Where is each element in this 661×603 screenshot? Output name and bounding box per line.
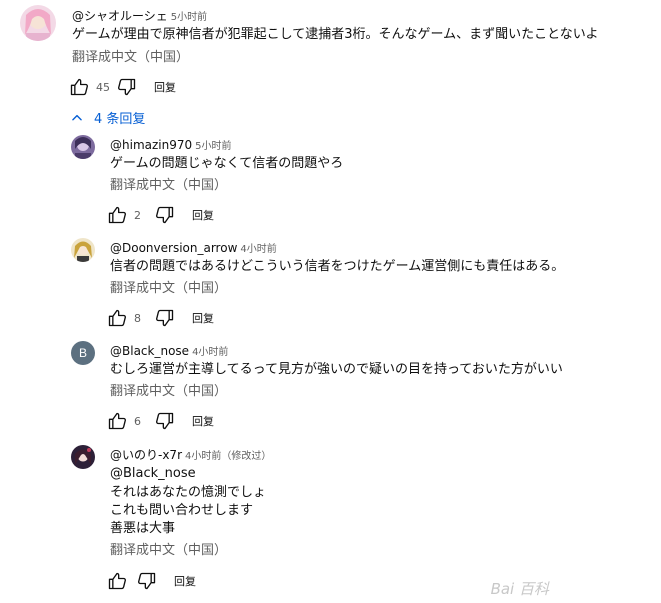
reply-comment: B @Black_nose 4小时前 むしろ運営が主導してるって見方が強いので疑い… — [0, 336, 661, 436]
dislike-button[interactable] — [154, 204, 176, 226]
avatar[interactable] — [71, 238, 95, 262]
thumb-up-icon — [108, 309, 127, 327]
comment-header: @himazin970 5小时前 — [110, 137, 232, 155]
like-button[interactable] — [68, 76, 90, 98]
dislike-button[interactable] — [116, 76, 138, 98]
thumb-up-icon — [108, 412, 127, 430]
avatar[interactable] — [20, 5, 56, 41]
comment-time[interactable]: 4小时前 — [192, 347, 228, 358]
user-avatar-icon — [71, 135, 95, 159]
like-button[interactable] — [106, 570, 128, 592]
like-count: 45 — [96, 80, 110, 94]
dislike-button[interactable] — [136, 570, 158, 592]
comment-text-line: これも問い合わせします — [110, 503, 254, 518]
reply-button[interactable]: 回复 — [154, 79, 176, 95]
comment-actions: 45 回复 — [68, 75, 176, 99]
avatar[interactable] — [71, 135, 95, 159]
reply-button[interactable]: 回复 — [192, 413, 214, 429]
like-count: 2 — [134, 208, 141, 222]
dislike-button[interactable] — [154, 410, 176, 432]
comment-text: ゲームの問題じゃなくて信者の問題やろ — [110, 156, 344, 171]
avatar-letter: B — [78, 346, 87, 360]
replies-count-label: 4 条回复 — [94, 112, 146, 127]
reply-button[interactable]: 回复 — [174, 573, 196, 589]
thumb-up-icon — [108, 206, 127, 224]
thumb-down-icon — [156, 206, 174, 224]
comment-text-line: @Black_nose — [110, 466, 196, 481]
avatar[interactable]: B — [71, 341, 95, 365]
comment-actions: 2 回复 — [106, 203, 214, 227]
comment-actions: 回复 — [106, 569, 196, 593]
comment-text: 信者の問題ではあるけどこういう信者をつけたゲーム運営側にも責任はある。 — [110, 259, 565, 274]
reply-comment: @himazin970 5小时前 ゲームの問題じゃなくて信者の問題やろ 翻译成中文… — [0, 130, 661, 230]
comment-time[interactable]: 5小时前 — [171, 12, 207, 23]
comment-author[interactable]: @himazin970 — [110, 138, 192, 152]
reply-button[interactable]: 回复 — [192, 310, 214, 326]
like-count: 6 — [134, 414, 141, 428]
comment-time[interactable]: 5小时前 — [195, 141, 231, 152]
translate-link[interactable]: 翻译成中文（中国） — [110, 280, 227, 298]
dislike-button[interactable] — [154, 307, 176, 329]
like-button[interactable] — [106, 204, 128, 226]
user-avatar-icon — [71, 238, 95, 262]
reply-button[interactable]: 回复 — [192, 207, 214, 223]
user-avatar-icon — [71, 445, 95, 469]
comment-actions: 8 回复 — [106, 306, 214, 330]
comment-time[interactable]: 4小时前 — [240, 244, 276, 255]
translate-link[interactable]: 翻译成中文（中国） — [110, 542, 227, 560]
avatar[interactable] — [71, 445, 95, 469]
thumb-down-icon — [156, 309, 174, 327]
like-button[interactable] — [106, 410, 128, 432]
comment-author[interactable]: @いのり-x7r — [110, 448, 182, 462]
like-count: 8 — [134, 311, 141, 325]
comment-header: @いのり-x7r 4小时前（修改过） — [110, 447, 271, 465]
chevron-up-icon — [72, 114, 82, 120]
top-comment: @シャオルーシェ 5小时前 ゲームが理由で原神信者が犯罪起こして逮捕者3桁。そんな… — [0, 0, 661, 100]
translate-link[interactable]: 翻译成中文（中国） — [110, 177, 227, 195]
thumb-up-icon — [108, 572, 127, 590]
replies-toggle-button[interactable]: 4 条回复 — [70, 108, 145, 127]
thumb-down-icon — [138, 572, 156, 590]
comment-time[interactable]: 4小时前（修改过） — [185, 451, 271, 462]
reply-comment: @いのり-x7r 4小时前（修改过） @Black_nose それはあなたの憶測で… — [0, 440, 661, 600]
comment-header: @Doonversion_arrow 4小时前 — [110, 240, 277, 258]
comment-actions: 6 回复 — [106, 409, 214, 433]
translate-link[interactable]: 翻译成中文（中国） — [110, 383, 227, 401]
comment-header: @シャオルーシェ 5小时前 — [72, 8, 207, 26]
comment-author[interactable]: @シャオルーシェ — [72, 9, 168, 23]
thumb-up-icon — [70, 78, 89, 96]
reply-comment: @Doonversion_arrow 4小时前 信者の問題ではあるけどこういう信者… — [0, 233, 661, 333]
comment-author[interactable]: @Black_nose — [110, 344, 189, 358]
comment-author[interactable]: @Doonversion_arrow — [110, 241, 237, 255]
comment-text: ゲームが理由で原神信者が犯罪起こして逮捕者3桁。そんなゲーム、まず聞いたことない… — [72, 27, 599, 42]
comment-text: むしろ運営が主導してるって見方が強いので疑いの目を持っておいた方がいい — [110, 362, 563, 377]
user-avatar-icon — [20, 5, 56, 41]
comment-text-line: 善悪は大事 — [110, 521, 176, 536]
baidu-watermark: Bai 百科 — [490, 580, 549, 598]
thumb-down-icon — [118, 78, 136, 96]
comment-text-line: それはあなたの憶測でしょ — [110, 485, 267, 500]
comment-header: @Black_nose 4小时前 — [110, 343, 228, 361]
translate-link[interactable]: 翻译成中文（中国） — [72, 49, 189, 67]
thumb-down-icon — [156, 412, 174, 430]
like-button[interactable] — [106, 307, 128, 329]
